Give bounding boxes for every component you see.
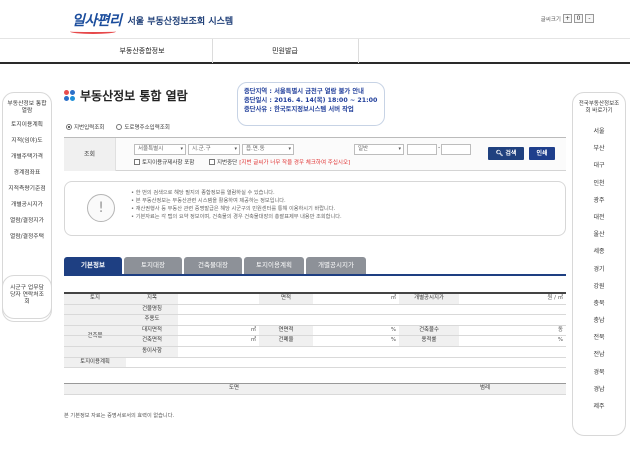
info-line: • 한 번의 검색으로 해당 필지의 종합정보를 열람하실 수 있습니다. bbox=[131, 190, 275, 196]
font-size-label: 글씨크기 bbox=[540, 16, 561, 23]
font-decrease-button[interactable]: - bbox=[585, 14, 594, 23]
site-logo[interactable]: 일사편리 서울 부동산정보조회 시스템 bbox=[70, 9, 234, 34]
nav-civil-service[interactable]: 민원발급 bbox=[215, 39, 355, 63]
check-land-regulation[interactable]: 토지이용규제사항 포함 bbox=[134, 158, 194, 166]
table-row: 건축면적 ㎡ 건폐율 % 용적률 % bbox=[64, 336, 566, 347]
page-title: 부동산정보 통합 열람 bbox=[80, 89, 188, 103]
notice-line: 중단일시 : 2016. 4. 14(목) 18:00 ~ 21:00 bbox=[244, 97, 378, 104]
main-nav: 부동산종합정보 민원발급 bbox=[0, 38, 630, 64]
header: 일사편리 서울 부동산정보조회 시스템 글씨크기 + 0 - bbox=[0, 0, 630, 38]
nav-real-estate-info[interactable]: 부동산종합정보 bbox=[72, 39, 212, 63]
table-row: 동이사항 bbox=[64, 346, 566, 358]
map-table: 도면 범례 bbox=[64, 383, 566, 395]
right-sidebar-title: 전국부동산정보조회 바로가기 bbox=[578, 101, 620, 114]
font-size-control: 글씨크기 + 0 - bbox=[541, 14, 594, 23]
search-icon: 🔍︎ bbox=[495, 150, 504, 157]
tab-basic[interactable]: 기본정보 bbox=[64, 257, 122, 274]
info-box: ! • 한 번의 검색으로 해당 필지의 종합정보를 열람하실 수 있습니다. … bbox=[64, 181, 566, 236]
sidebar-item-cadastral-map[interactable]: 지적(임야)도 bbox=[3, 138, 51, 145]
info-line: • 기본자료는 각 탭의 요약 정보이며, 건축물의 경우 건축물대장의 총괄표… bbox=[131, 214, 342, 220]
sidebar-item-survey-point[interactable]: 지적측량기준점 bbox=[3, 186, 51, 193]
tab-land-register[interactable]: 토지대장 bbox=[124, 257, 182, 274]
nav-divider bbox=[358, 39, 359, 63]
notice-line: 중단지역 : 서울특별시 금천구 열람 불가 안내 bbox=[244, 88, 364, 95]
radio-road-address[interactable]: 도로명주소입력조회 bbox=[116, 123, 170, 131]
region-link[interactable]: 광주 bbox=[573, 192, 625, 209]
table-row: 토지이용계획 bbox=[64, 357, 566, 369]
radio-icon bbox=[66, 124, 72, 130]
tab-underline bbox=[64, 274, 566, 276]
checkbox-icon bbox=[209, 159, 215, 165]
font-reset-button[interactable]: 0 bbox=[574, 14, 583, 23]
info-line: • 본 부동산정보는 부동산관련 시스템을 활용하여 제공하는 정보입니다. bbox=[131, 198, 286, 204]
search-mode: 지번입력조회 도로명주소입력조회 bbox=[66, 123, 170, 131]
tab-building-register[interactable]: 건축물대장 bbox=[184, 257, 242, 274]
dong-select[interactable]: 읍.면.동 bbox=[242, 144, 294, 155]
checkbox-icon bbox=[134, 159, 140, 165]
region-link[interactable]: 전북 bbox=[573, 329, 625, 346]
tab-bar: 기본정보 토지대장 건축물대장 토지이용계획 개별공시지가 bbox=[64, 257, 366, 274]
info-line: • 재산권행사 등 부동산 관련 증명발급은 해당 시군구의 민원센터를 통해 … bbox=[131, 206, 336, 212]
region-link[interactable]: 인천 bbox=[573, 175, 625, 192]
region-link[interactable]: 제주 bbox=[573, 398, 625, 415]
region-link[interactable]: 서울 bbox=[573, 123, 625, 140]
sidebar-item-boundary[interactable]: 경계점좌표 bbox=[3, 170, 51, 177]
tab-land-use[interactable]: 토지이용계획 bbox=[244, 257, 304, 274]
region-link[interactable]: 전남 bbox=[573, 346, 625, 363]
table-row: 토지 지목 면적 ㎡ 개별공시지가 원 / ㎡ bbox=[64, 294, 566, 305]
footnote: 본 기본정보 자료는 증명서로서의 효력이 없습니다. bbox=[64, 413, 175, 419]
region-link[interactable]: 울산 bbox=[573, 226, 625, 243]
region-link[interactable]: 경남 bbox=[573, 381, 625, 398]
table-row: 도면 범례 bbox=[64, 384, 566, 395]
region-link[interactable]: 부산 bbox=[573, 140, 625, 157]
site-title: 서울 부동산정보조회 시스템 bbox=[127, 16, 234, 27]
table-row: 건물명칭 bbox=[64, 304, 566, 316]
sido-select[interactable]: 서울특별시 bbox=[134, 144, 186, 155]
radio-jibun[interactable]: 지번입력조회 bbox=[66, 123, 104, 131]
bunji-dash: - bbox=[438, 144, 441, 151]
sidebar-item-land-use[interactable]: 토지이용계획 bbox=[3, 122, 51, 129]
notice-line: 중단사유 : 한국토지정보시스템 서버 작업 bbox=[244, 106, 354, 113]
service-notice: 중단지역 : 서울특별시 금천구 열람 불가 안내 중단일시 : 2016. 4… bbox=[237, 82, 385, 126]
region-link[interactable]: 대구 bbox=[573, 157, 625, 174]
radio-icon bbox=[116, 124, 123, 130]
search-button[interactable]: 🔍︎ 검색 bbox=[488, 147, 524, 160]
right-sidebar: 전국부동산정보조회 바로가기 서울 부산 대구 인천 광주 대전 울산 세종 경기 강원 충북 충남 전… bbox=[572, 92, 626, 436]
sidebar-item-contact[interactable]: 시군구 업무담당자 연락처조회 bbox=[8, 285, 46, 306]
search-label: 조회 bbox=[64, 138, 116, 171]
font-increase-button[interactable]: + bbox=[563, 14, 572, 23]
nav-divider bbox=[212, 39, 213, 63]
bunji-type-select[interactable]: 일반 bbox=[354, 144, 404, 155]
sidebar-item-land-price[interactable]: 개별공시지가 bbox=[3, 202, 51, 209]
left-sidebar-contact: 시군구 업무담당자 연락처조회 bbox=[2, 275, 52, 319]
tab-land-price[interactable]: 개별공시지가 bbox=[306, 257, 366, 274]
region-link[interactable]: 강원 bbox=[573, 278, 625, 295]
sidebar-item-decided-land[interactable]: 열람/결정지가 bbox=[3, 218, 51, 225]
sidebar-item-decided-housing[interactable]: 열람/결정주택 bbox=[3, 234, 51, 241]
region-link[interactable]: 세종 bbox=[573, 243, 625, 260]
sidebar-item-housing-price[interactable]: 개별주택가격 bbox=[3, 154, 51, 161]
sigungu-select[interactable]: 시.군.구 bbox=[188, 144, 240, 155]
exclamation-icon: ! bbox=[87, 194, 115, 222]
region-link[interactable]: 충남 bbox=[573, 312, 625, 329]
table-row: 대지면적 ㎡ 연면적 % 건축물수 동 bbox=[64, 325, 566, 337]
table-row: 주용도 bbox=[64, 315, 566, 326]
sidebar-item-integrated[interactable]: 부동산정보 통합열람 bbox=[7, 101, 47, 115]
region-link[interactable]: 경기 bbox=[573, 261, 625, 278]
region-link[interactable]: 충북 bbox=[573, 295, 625, 312]
bunji-main-input[interactable] bbox=[407, 144, 437, 155]
bunji-sub-input[interactable] bbox=[441, 144, 471, 155]
basic-info-table: 토지 지목 면적 ㎡ 개별공시지가 원 / ㎡ 건축물 건물명칭 주용도 대지면… bbox=[64, 292, 566, 369]
map-warning: [지번 글씨가 너무 작을 경우 체크하여 주십시오] bbox=[239, 160, 351, 166]
check-jibun-stop[interactable]: 지번중단 [지번 글씨가 너무 작을 경우 체크하여 주십시오] bbox=[209, 158, 350, 166]
title-bullet-icon bbox=[64, 90, 76, 102]
logo-mark: 일사편리 bbox=[70, 10, 122, 34]
print-button[interactable]: 인쇄 bbox=[529, 147, 555, 160]
region-link[interactable]: 대전 bbox=[573, 209, 625, 226]
info-lines: • 한 번의 검색으로 해당 필지의 종합정보를 열람하실 수 있습니다. • … bbox=[131, 189, 342, 221]
region-link[interactable]: 경북 bbox=[573, 364, 625, 381]
